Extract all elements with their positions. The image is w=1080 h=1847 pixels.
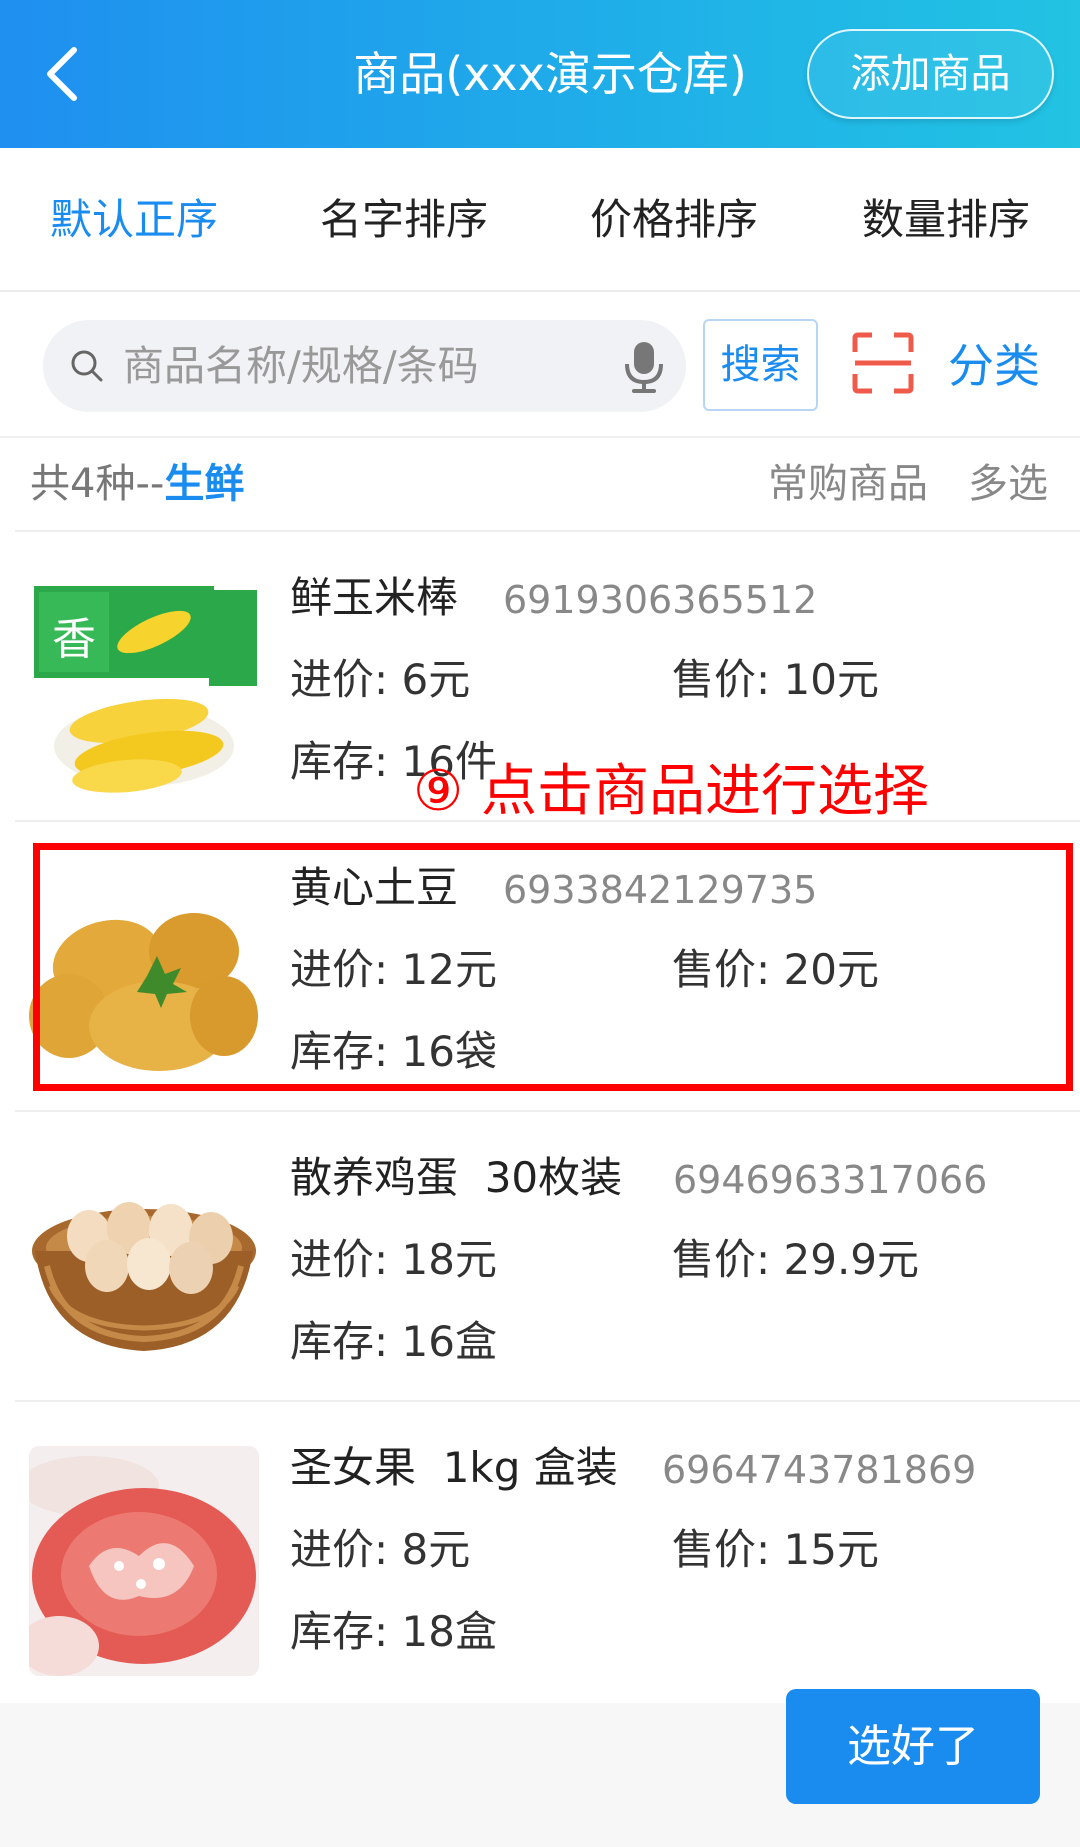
done-button[interactable]: 选好了 xyxy=(786,1689,1040,1804)
product-name: 圣女果 1kg 盒装 xyxy=(290,1443,618,1492)
back-button[interactable] xyxy=(22,34,102,114)
sale-price: 售价: 10元 xyxy=(672,655,879,704)
stock-quantity: 库存: 18盒 xyxy=(290,1607,497,1656)
highlight-box xyxy=(33,843,1073,1091)
search-row: 搜索 分类 xyxy=(0,292,1080,438)
product-item[interactable]: 散养鸡蛋 30枚装 6946963317066 进价: 18元 售价: 29.9… xyxy=(15,1110,1080,1400)
count-label: 共4种-- xyxy=(30,461,165,507)
purchase-price: 进价: 8元 xyxy=(290,1525,471,1574)
info-bar: 共4种--生鲜 常购商品 多选 xyxy=(0,438,1080,530)
product-barcode: 6964743781869 xyxy=(662,1448,977,1492)
tutorial-annotation: ⑨ 点击商品进行选择 xyxy=(413,759,930,824)
header-bar: 商品(xxx演示仓库) 添加商品 xyxy=(0,0,1080,148)
current-category: 生鲜 xyxy=(164,461,245,507)
add-product-button[interactable]: 添加商品 xyxy=(807,29,1054,119)
tab-name-sort[interactable]: 名字排序 xyxy=(320,148,488,292)
product-barcode: 6946963317066 xyxy=(673,1158,988,1202)
tab-quantity-sort[interactable]: 数量排序 xyxy=(862,148,1030,292)
svg-text:香: 香 xyxy=(52,614,96,665)
tomato-image xyxy=(29,1446,259,1676)
sale-price: 售价: 15元 xyxy=(672,1525,879,1574)
sort-tabs: 默认正序 名字排序 价格排序 数量排序 xyxy=(0,148,1080,292)
product-item[interactable]: 圣女果 1kg 盒装 6964743781869 进价: 8元 售价: 15元 … xyxy=(15,1400,1080,1690)
multi-select-button[interactable]: 多选 xyxy=(968,438,1048,530)
search-button[interactable]: 搜索 xyxy=(703,319,818,411)
eggs-image xyxy=(29,1156,259,1386)
stock-quantity: 库存: 16盒 xyxy=(290,1317,497,1366)
product-name: 鲜玉米棒 xyxy=(290,573,459,622)
product-name: 散养鸡蛋 30枚装 xyxy=(290,1153,623,1202)
product-count: 共4种--生鲜 xyxy=(30,438,244,530)
app-root: 商品(xxx演示仓库) 添加商品 默认正序 名字排序 价格排序 数量排序 搜索 xyxy=(0,0,1080,1847)
category-button[interactable]: 分类 xyxy=(948,320,1040,412)
purchase-price: 进价: 18元 xyxy=(290,1235,497,1284)
chevron-left-icon xyxy=(47,47,77,101)
search-input[interactable] xyxy=(123,320,603,412)
purchase-price: 进价: 6元 xyxy=(290,655,471,704)
product-barcode: 6919306365512 xyxy=(503,578,818,622)
scan-icon[interactable] xyxy=(852,332,914,394)
search-icon xyxy=(71,350,103,382)
page-title: 商品(xxx演示仓库) xyxy=(353,47,747,101)
search-box xyxy=(43,320,686,412)
sale-price: 售价: 29.9元 xyxy=(672,1235,920,1284)
corn-image: 香 xyxy=(29,576,259,806)
tab-price-sort[interactable]: 价格排序 xyxy=(590,148,758,292)
tab-default-order[interactable]: 默认正序 xyxy=(50,148,218,292)
frequent-products-button[interactable]: 常购商品 xyxy=(768,438,928,530)
microphone-icon[interactable] xyxy=(622,340,666,394)
